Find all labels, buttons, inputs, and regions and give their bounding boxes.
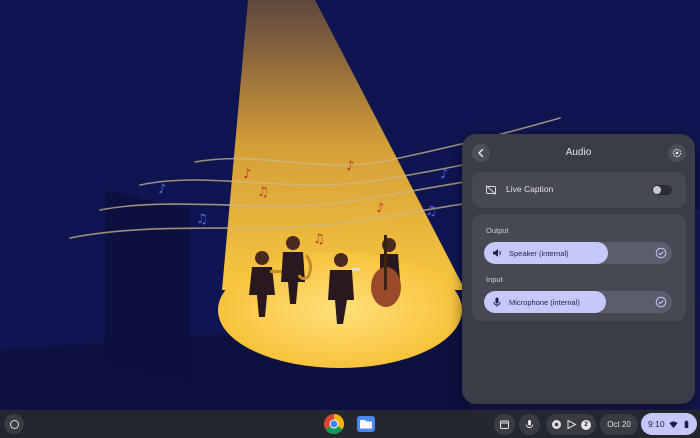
notification-tray[interactable]: 2 [546, 414, 596, 435]
date-tray[interactable]: Oct 20 [600, 414, 638, 435]
microphone-icon [526, 420, 533, 428]
microphone-icon [493, 297, 501, 307]
shelf: 2 Oct 20 9:10 [0, 410, 700, 438]
date-label: Oct 20 [607, 420, 631, 429]
output-device-label: Speaker (internal) [509, 249, 569, 258]
dictation-button[interactable] [519, 414, 540, 435]
input-gain-slider[interactable]: Microphone (internal) [484, 291, 672, 313]
audio-settings-button[interactable] [668, 144, 686, 162]
input-device-label: Microphone (internal) [509, 298, 580, 307]
play-store-icon [567, 419, 577, 430]
check-circle-icon [655, 247, 667, 259]
audio-devices-card: Output Speaker (internal) Input Micropho… [472, 214, 686, 321]
output-volume-slider[interactable]: Speaker (internal) [484, 242, 672, 264]
check-circle-icon [655, 296, 667, 308]
svg-text:♫: ♫ [257, 185, 269, 200]
svg-text:♪: ♪ [243, 167, 251, 182]
record-icon [552, 420, 561, 429]
svg-text:♪: ♪ [346, 159, 354, 174]
svg-text:♫: ♫ [196, 212, 208, 227]
live-caption-icon [485, 185, 497, 195]
wifi-icon [668, 420, 678, 428]
svg-text:♫: ♫ [313, 232, 325, 247]
gear-icon [672, 148, 682, 158]
live-caption-row[interactable]: Live Caption [472, 172, 686, 208]
time-label: 9:10 [648, 419, 665, 429]
battery-icon [684, 420, 688, 428]
panel-header: Audio [462, 134, 695, 172]
svg-text:♪: ♪ [376, 201, 384, 216]
chrome-icon[interactable] [323, 413, 345, 435]
files-icon[interactable] [355, 413, 377, 435]
svg-text:♫: ♫ [425, 204, 437, 219]
audio-settings-panel: Audio Live Caption Output Speaker (inter… [462, 134, 695, 404]
launcher-button[interactable] [4, 414, 24, 434]
launcher-icon [9, 419, 19, 429]
panel-title: Audio [565, 147, 592, 158]
output-section-label: Output [486, 226, 509, 235]
input-section-label: Input [486, 275, 503, 284]
folder-icon [500, 420, 509, 429]
live-caption-toggle[interactable] [652, 185, 672, 195]
svg-text:♪: ♪ [158, 182, 166, 197]
status-area-button[interactable]: 9:10 [641, 413, 697, 435]
toggle-knob [653, 186, 661, 194]
speaker-icon [493, 249, 501, 257]
svg-text:♪: ♪ [440, 167, 448, 182]
tote-button[interactable] [494, 414, 515, 435]
live-caption-label: Live Caption [506, 184, 554, 194]
notification-count-badge: 2 [581, 419, 591, 430]
